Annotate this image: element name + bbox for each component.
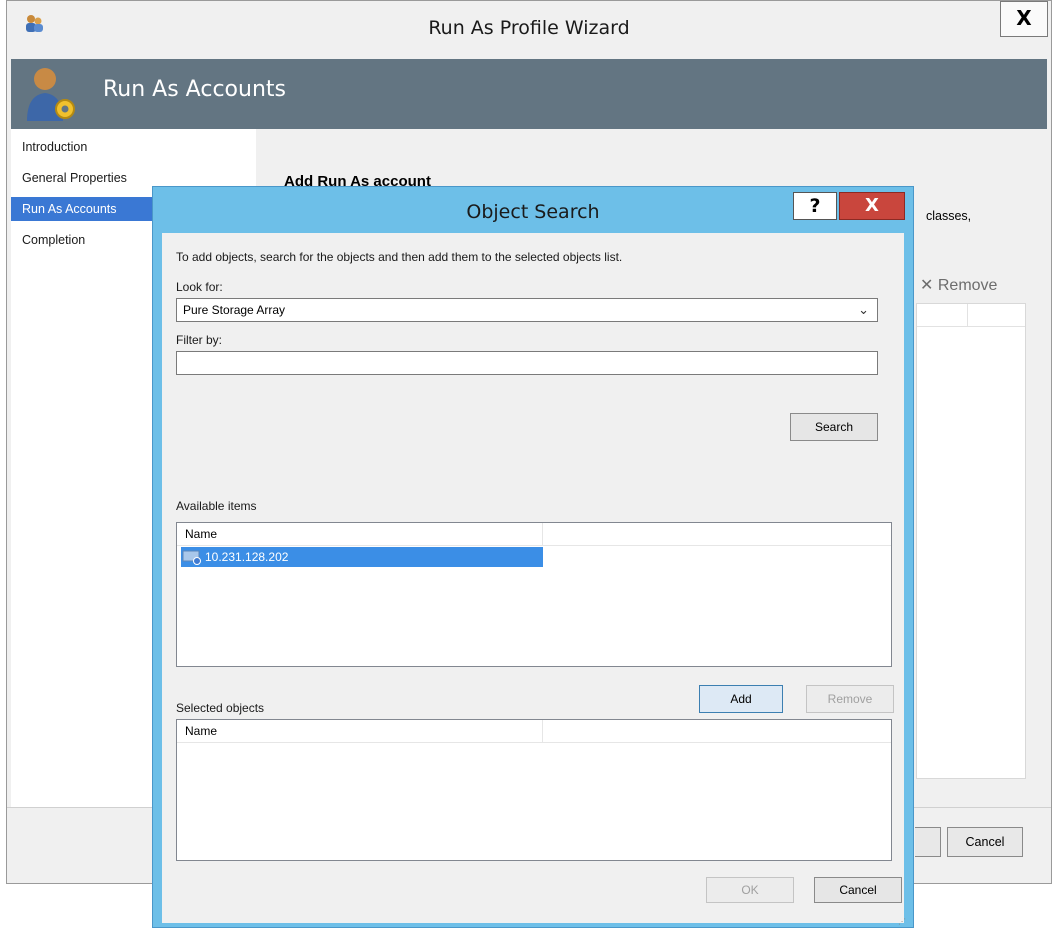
available-name-column[interactable]: Name bbox=[177, 523, 543, 545]
wizard-close-button[interactable]: X bbox=[1000, 1, 1048, 37]
content-description: classes, bbox=[926, 209, 972, 223]
ok-button[interactable]: OK bbox=[706, 877, 794, 903]
content-remove-button[interactable]: ✕ Remove bbox=[920, 275, 997, 295]
available-item-name: 10.231.128.202 bbox=[205, 550, 289, 564]
look-for-dropdown[interactable]: Pure Storage Array ⌄ bbox=[176, 298, 878, 322]
dialog-close-button[interactable]: X bbox=[839, 192, 905, 220]
nav-item-introduction[interactable]: Introduction bbox=[11, 135, 256, 159]
grid-header bbox=[917, 304, 1025, 327]
resize-grip-icon[interactable]: ⋰ bbox=[898, 917, 906, 926]
dialog-cancel-button[interactable]: Cancel bbox=[814, 877, 902, 903]
storage-array-icon bbox=[182, 550, 201, 565]
available-items-label: Available items bbox=[176, 499, 257, 513]
look-for-value: Pure Storage Array bbox=[183, 303, 286, 317]
dialog-body: To add objects, search for the objects a… bbox=[162, 233, 906, 926]
filter-label: Filter by: bbox=[176, 333, 223, 347]
available-list-item[interactable]: 10.231.128.202 bbox=[181, 547, 543, 567]
object-search-dialog: Object Search ? X To add objects, search… bbox=[152, 186, 914, 928]
run-as-accounts-grid[interactable] bbox=[916, 303, 1026, 779]
look-for-label: Look for: bbox=[176, 280, 223, 294]
selected-name-column[interactable]: Name bbox=[177, 720, 543, 742]
wizard-header-band: Run As Accounts bbox=[11, 59, 1047, 129]
selected-list-header: Name bbox=[177, 720, 891, 743]
wizard-partial-button[interactable] bbox=[915, 827, 941, 857]
wizard-page-title: Run As Accounts bbox=[103, 77, 286, 102]
selected-objects-list[interactable]: Name bbox=[176, 719, 892, 861]
instruction-text: To add objects, search for the objects a… bbox=[176, 250, 623, 264]
search-button[interactable]: Search bbox=[790, 413, 878, 441]
wizard-cancel-button[interactable]: Cancel bbox=[947, 827, 1023, 857]
available-items-list[interactable]: Name 10.231.128.202 bbox=[176, 522, 892, 667]
available-list-header: Name bbox=[177, 523, 891, 546]
remove-button[interactable]: Remove bbox=[806, 685, 894, 713]
wizard-titlebar: Run As Profile Wizard X bbox=[7, 1, 1051, 59]
wizard-title: Run As Profile Wizard bbox=[428, 17, 630, 39]
filter-input[interactable] bbox=[176, 351, 878, 375]
selected-objects-label: Selected objects bbox=[176, 701, 265, 715]
dialog-help-button[interactable]: ? bbox=[793, 192, 837, 220]
add-button[interactable]: Add bbox=[699, 685, 783, 713]
account-gear-icon bbox=[27, 68, 75, 121]
chevron-down-icon: ⌄ bbox=[858, 302, 869, 317]
x-icon: ✕ bbox=[920, 277, 938, 294]
content-remove-label: Remove bbox=[937, 277, 998, 294]
